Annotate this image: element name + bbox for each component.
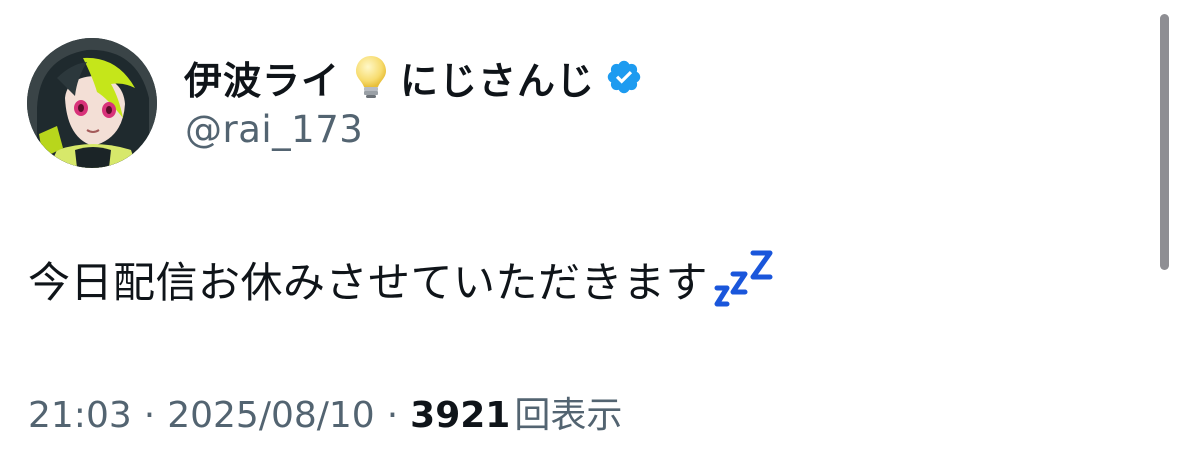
tweet-body: 今日配信お休みさせていただきます bbox=[28, 247, 778, 313]
author-name-row[interactable]: 伊波ライ にじさんじ bbox=[184, 50, 643, 104]
views-count[interactable]: 3921 bbox=[410, 395, 510, 436]
scrollbar[interactable] bbox=[1160, 14, 1169, 270]
avatar-image bbox=[27, 38, 157, 168]
avatar[interactable] bbox=[27, 38, 157, 168]
zzz-icon bbox=[714, 247, 778, 313]
meta-separator: · bbox=[386, 395, 399, 436]
meta-separator: · bbox=[143, 395, 156, 436]
verified-icon[interactable] bbox=[605, 58, 643, 96]
display-name[interactable]: 伊波ライ bbox=[184, 50, 340, 105]
views-label: 回表示 bbox=[514, 395, 623, 436]
author-handle[interactable]: @rai_173 bbox=[185, 108, 363, 151]
tweet-date[interactable]: 2025/08/10 bbox=[167, 395, 375, 436]
tweet-meta: 21:03 · 2025/08/10 · 3921 回表示 bbox=[28, 386, 622, 438]
affiliation[interactable]: にじさんじ bbox=[400, 50, 595, 105]
light-bulb-icon bbox=[354, 54, 388, 100]
tweet-text: 今日配信お休みさせていただきます bbox=[28, 258, 709, 307]
tweet-time[interactable]: 21:03 bbox=[28, 395, 132, 436]
